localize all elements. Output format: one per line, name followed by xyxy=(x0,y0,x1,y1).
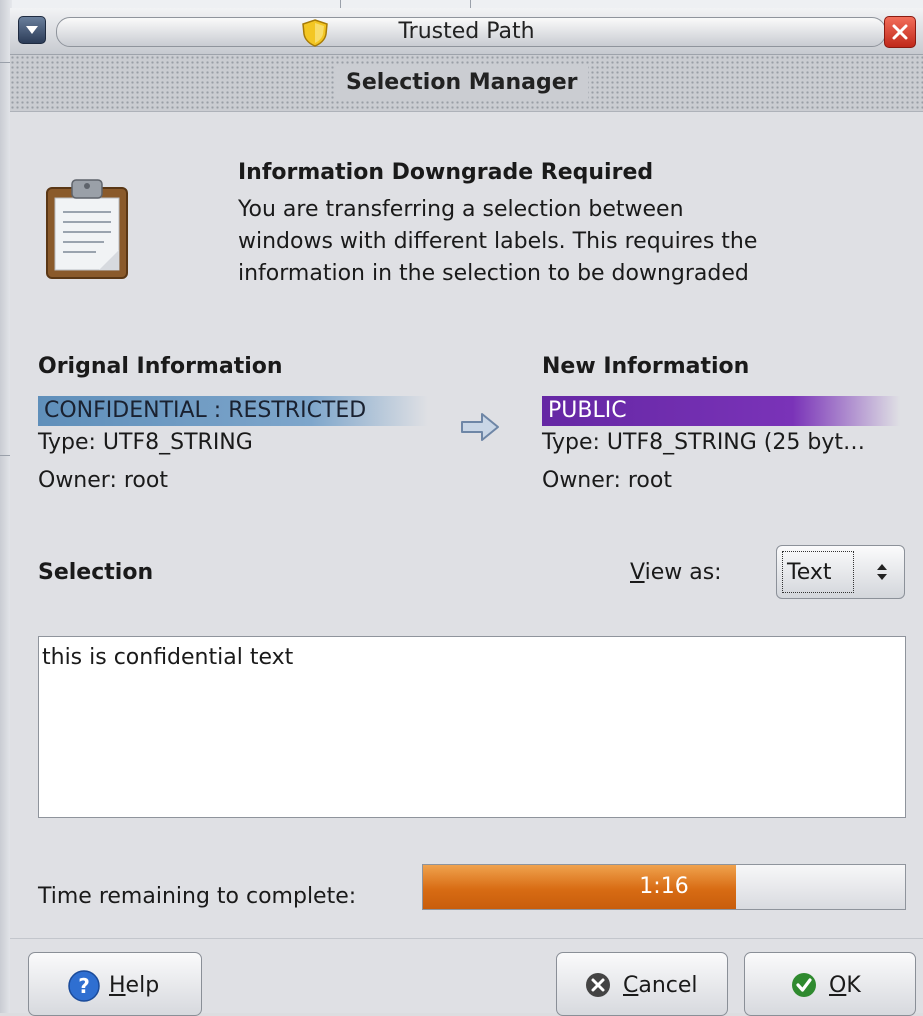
help-mnemonic: H xyxy=(109,973,126,998)
clipboard-icon xyxy=(46,179,128,279)
selection-text-area[interactable]: this is confidential text xyxy=(38,636,906,818)
ok-mnemonic: O xyxy=(829,973,847,998)
new-info-heading: New Information xyxy=(542,354,750,379)
info-line: windows with different labels. This requ… xyxy=(238,229,758,254)
cancel-button[interactable]: Cancel xyxy=(556,952,728,1016)
view-as-label-text: iew as: xyxy=(644,560,722,585)
ok-icon xyxy=(792,973,816,997)
new-label-badge: PUBLIC xyxy=(542,396,900,426)
dialog-header: Selection Manager xyxy=(336,65,588,101)
info-description: You are transferring a selection between… xyxy=(238,194,878,290)
info-line: information in the selection to be downg… xyxy=(238,261,749,286)
title-bar[interactable]: Trusted Path xyxy=(10,8,923,55)
time-remaining-value: 1:16 xyxy=(639,874,689,899)
new-owner: Owner: root xyxy=(542,468,672,493)
time-remaining-progress: 1:16 xyxy=(422,864,906,910)
help-label-text: elp xyxy=(125,973,160,998)
time-remaining-label: Time remaining to complete: xyxy=(38,884,357,909)
help-icon: ? xyxy=(68,970,100,1002)
background-divider xyxy=(340,0,341,8)
close-button[interactable] xyxy=(884,16,916,48)
spinner-arrows-icon xyxy=(877,564,887,580)
selection-heading: Selection xyxy=(38,560,154,585)
view-as-label: View as: xyxy=(630,560,722,585)
cancel-mnemonic: C xyxy=(623,973,639,998)
view-as-mnemonic: V xyxy=(630,560,645,585)
close-icon xyxy=(892,24,908,40)
cancel-label: Cancel xyxy=(623,973,698,998)
help-button[interactable]: ? Help xyxy=(28,952,202,1016)
cancel-icon xyxy=(586,973,610,997)
button-separator xyxy=(10,938,923,939)
view-as-focus-ring: Text xyxy=(782,551,854,593)
header-strip: Selection Manager xyxy=(10,55,923,112)
info-line: You are transferring a selection between xyxy=(238,197,684,222)
svg-text:?: ? xyxy=(78,974,90,998)
original-label-badge: CONFIDENTIAL : RESTRICTED xyxy=(38,396,428,426)
cancel-label-text: ancel xyxy=(638,973,698,998)
ok-label-text: K xyxy=(846,973,861,998)
original-owner: Owner: root xyxy=(38,468,168,493)
help-label: Help xyxy=(109,973,159,998)
new-type: Type: UTF8_STRING (25 byt… xyxy=(542,430,865,455)
arrow-right-icon xyxy=(461,413,499,441)
ok-label: OK xyxy=(829,973,861,998)
original-type: Type: UTF8_STRING xyxy=(38,430,253,455)
original-info-heading: Orignal Information xyxy=(38,354,283,379)
ok-button[interactable]: OK xyxy=(744,952,916,1016)
view-as-value: Text xyxy=(787,560,832,585)
background-divider xyxy=(470,0,471,8)
view-as-select[interactable]: Text xyxy=(776,545,905,599)
trusted-path-dialog: Trusted Path Selection Manager Informati… xyxy=(10,8,923,1016)
window-title: Trusted Path xyxy=(398,19,535,44)
info-title: Information Downgrade Required xyxy=(238,160,654,185)
